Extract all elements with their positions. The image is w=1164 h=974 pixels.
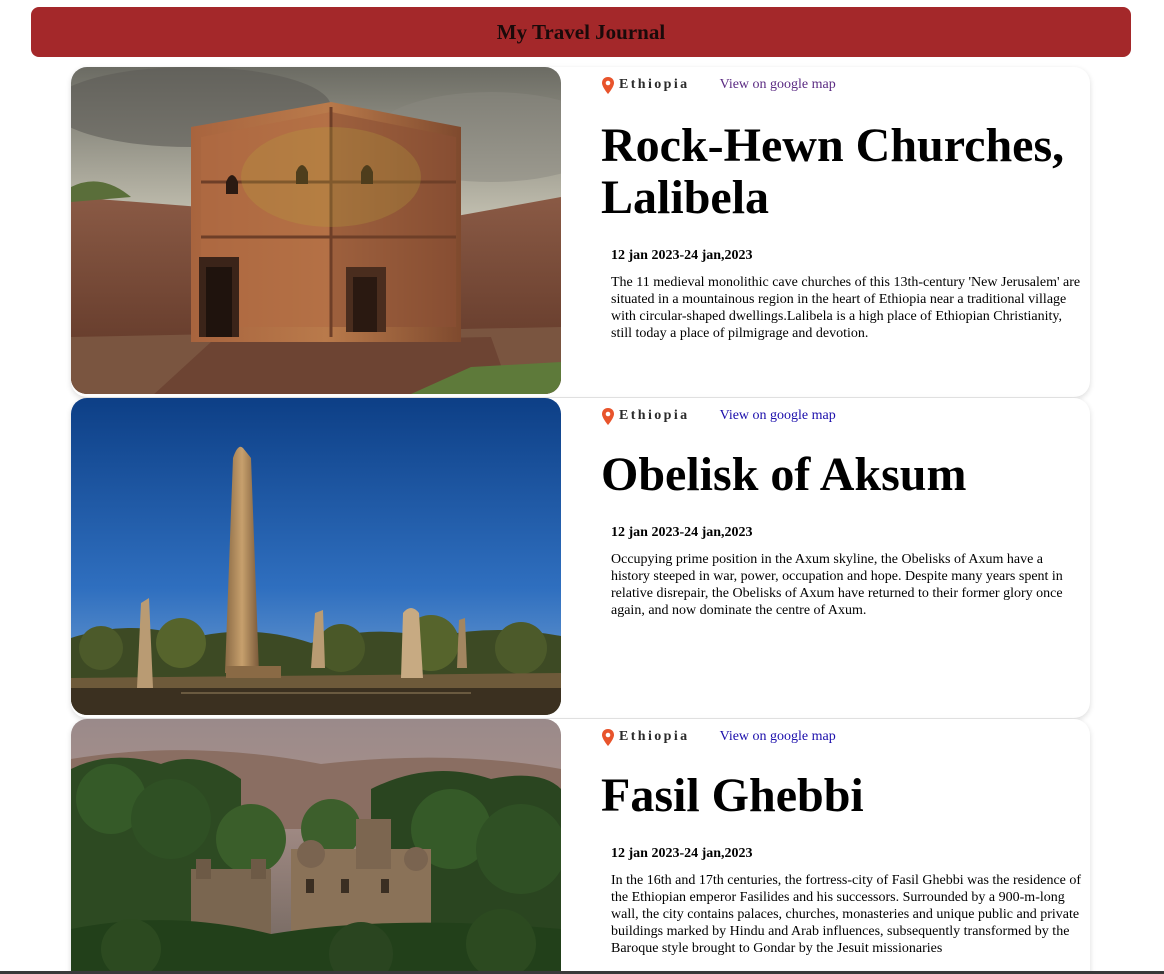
location-row: Ethiopia View on google map [601, 76, 1081, 94]
obelisk-photo [71, 398, 561, 715]
entry-info: Ethiopia View on google map Fasil Ghebbi… [601, 728, 1081, 957]
location-pin-icon [602, 728, 614, 746]
entry-description: Occupying prime position in the Axum sky… [611, 552, 1063, 618]
location-row: Ethiopia View on google map [601, 728, 1081, 746]
page-title: My Travel Journal [496, 19, 666, 44]
entry-title: Rock-Hewn Churches, Lalibela [601, 119, 1065, 224]
entry-description: In the 16th and 17th centuries, the fort… [611, 873, 1082, 956]
journal-entry: Ethiopia View on google map Rock-Hewn Ch… [71, 67, 1090, 397]
google-map-link[interactable]: View on google map [720, 408, 836, 424]
entry-description: The 11 medieval monolithic cave churches… [611, 275, 1081, 341]
entry-dates: 12 jan 2023-24 jan,2023 [611, 248, 753, 263]
entry-photo [71, 398, 561, 715]
header-bar: My Travel Journal [31, 7, 1131, 57]
castle-photo [71, 719, 561, 974]
country-label: Ethiopia [619, 77, 690, 92]
google-map-link[interactable]: View on google map [720, 77, 836, 93]
journal-entry: Ethiopia View on google map Obelisk of A… [71, 398, 1090, 718]
location-row: Ethiopia View on google map [601, 407, 1081, 425]
entry-info: Ethiopia View on google map Rock-Hewn Ch… [601, 76, 1081, 342]
country-label: Ethiopia [619, 729, 690, 744]
entry-photo [71, 719, 561, 974]
google-map-link[interactable]: View on google map [720, 729, 836, 745]
entry-title: Fasil Ghebbi [601, 769, 864, 822]
entry-title: Obelisk of Aksum [601, 448, 967, 501]
journal-entry: Ethiopia View on google map Fasil Ghebbi… [71, 719, 1090, 974]
entry-photo [71, 67, 561, 394]
entry-dates: 12 jan 2023-24 jan,2023 [611, 525, 753, 540]
page: My Travel Journal Ethiopia View on googl… [0, 0, 1164, 974]
entry-dates: 12 jan 2023-24 jan,2023 [611, 846, 753, 861]
location-pin-icon [602, 407, 614, 425]
entry-info: Ethiopia View on google map Obelisk of A… [601, 407, 1081, 619]
church-photo [71, 67, 561, 394]
location-pin-icon [602, 76, 614, 94]
country-label: Ethiopia [619, 408, 690, 423]
